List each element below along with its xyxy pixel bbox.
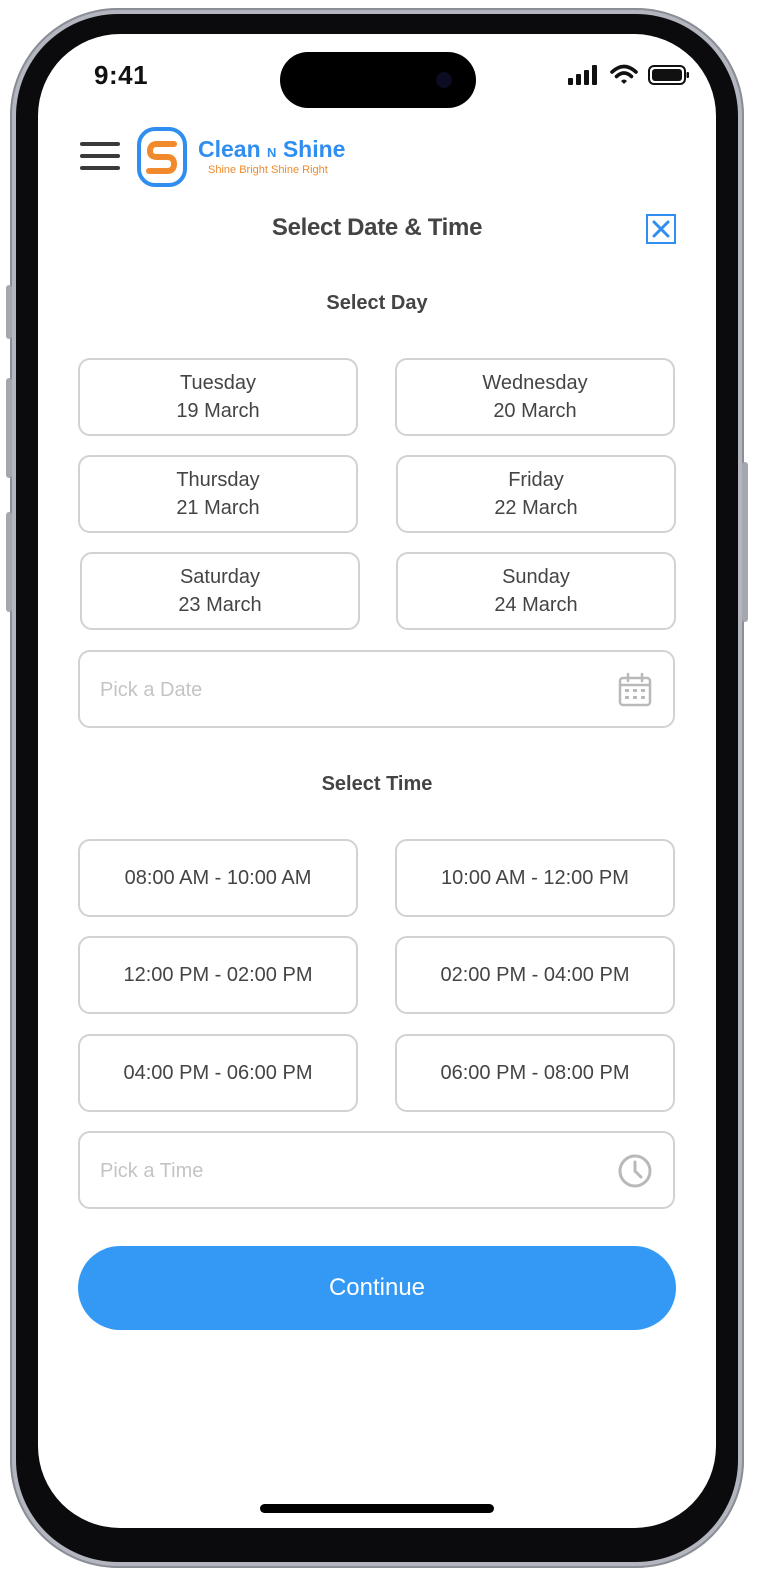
- day-option-friday[interactable]: Friday 22 March: [396, 455, 676, 533]
- day-option-sunday[interactable]: Sunday 24 March: [396, 552, 676, 630]
- day-date: 24 March: [494, 594, 578, 616]
- hamburger-menu-icon[interactable]: [80, 142, 120, 172]
- volume-up-button: [6, 378, 12, 478]
- close-icon: [652, 220, 670, 238]
- select-day-label: Select Day: [326, 292, 428, 314]
- time-picker-field[interactable]: [78, 1131, 675, 1209]
- brand-name: Clean N Shine: [198, 136, 346, 162]
- day-weekday: Saturday: [179, 566, 261, 588]
- day-date: 21 March: [176, 497, 260, 519]
- logo-icon: [137, 127, 187, 187]
- battery-icon: [648, 65, 689, 85]
- date-input[interactable]: [98, 674, 582, 706]
- page-title: Select Date & Time: [271, 214, 483, 241]
- day-date: 20 March: [493, 400, 577, 422]
- day-date: 19 March: [176, 400, 260, 422]
- time-slot-option[interactable]: 02:00 PM - 04:00 PM: [395, 936, 675, 1014]
- power-button: [742, 462, 748, 622]
- time-slot-option[interactable]: 08:00 AM - 10:00 AM: [78, 839, 358, 917]
- time-slot-option[interactable]: 10:00 AM - 12:00 PM: [395, 839, 675, 917]
- day-weekday: Tuesday: [180, 372, 256, 394]
- dynamic-island: [280, 52, 476, 108]
- day-weekday: Thursday: [176, 469, 260, 491]
- wifi-icon: [610, 64, 638, 84]
- day-weekday: Sunday: [502, 566, 570, 588]
- clock-icon[interactable]: [617, 1153, 653, 1189]
- day-option-wednesday[interactable]: Wednesday 20 March: [395, 358, 675, 436]
- day-option-saturday[interactable]: Saturday 23 March: [80, 552, 360, 630]
- date-picker-field[interactable]: [78, 650, 675, 728]
- select-time-label: Select Time: [321, 773, 433, 795]
- camera-icon: [436, 72, 452, 88]
- action-button: [6, 285, 12, 339]
- status-time: 9:41: [94, 60, 149, 90]
- status-icons: [568, 64, 690, 86]
- brand-tagline: Shine Bright Shine Right: [208, 164, 328, 176]
- calendar-icon[interactable]: [617, 672, 653, 708]
- day-weekday: Wednesday: [482, 372, 588, 394]
- volume-down-button: [6, 512, 12, 612]
- home-indicator[interactable]: [260, 1504, 494, 1513]
- close-button[interactable]: [646, 214, 676, 244]
- time-input[interactable]: [98, 1155, 582, 1187]
- time-slot-option[interactable]: 12:00 PM - 02:00 PM: [78, 936, 358, 1014]
- app-screen: 9:41 Clean N Shine Shine Bright Shine Ri…: [38, 34, 716, 1528]
- cellular-signal-icon: [568, 65, 597, 85]
- continue-button[interactable]: Continue: [78, 1246, 676, 1330]
- day-date: 22 March: [494, 497, 578, 519]
- time-slot-option[interactable]: 06:00 PM - 08:00 PM: [395, 1034, 675, 1112]
- day-option-thursday[interactable]: Thursday 21 March: [78, 455, 358, 533]
- day-date: 23 March: [178, 594, 262, 616]
- day-weekday: Friday: [508, 469, 564, 491]
- time-slot-option[interactable]: 04:00 PM - 06:00 PM: [78, 1034, 358, 1112]
- day-option-tuesday[interactable]: Tuesday 19 March: [78, 358, 358, 436]
